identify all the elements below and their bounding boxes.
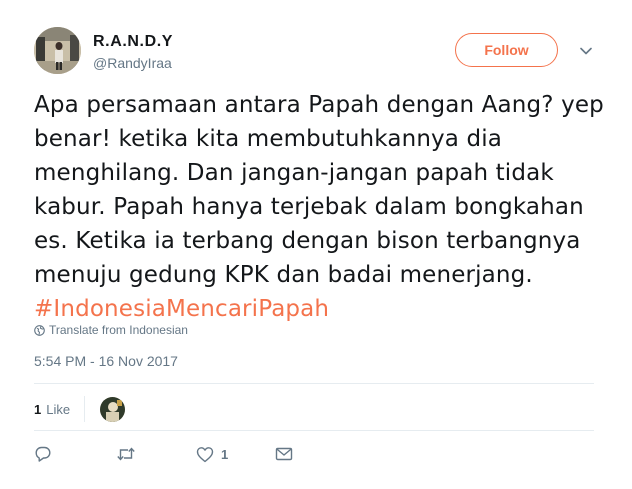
user-screen-name[interactable]: @RandyIraa <box>93 55 172 71</box>
like-button[interactable]: 1 <box>196 444 228 464</box>
liker-avatar-photo <box>100 396 126 422</box>
follow-button[interactable]: Follow <box>455 33 558 67</box>
tweet-stats: 1 Like <box>34 396 126 422</box>
like-count: 1 <box>221 446 229 462</box>
tweet-text: Apa persamaan antara Papah dengan Aang? … <box>34 88 604 326</box>
more-options-button[interactable] <box>578 43 594 59</box>
user-display-name[interactable]: R.A.N.D.Y <box>93 33 173 51</box>
envelope-icon <box>275 447 293 461</box>
avatar-photo <box>34 27 81 74</box>
reply-icon <box>35 446 51 462</box>
divider-top <box>34 383 594 384</box>
chevron-down-icon <box>580 47 592 55</box>
tweet-card: R.A.N.D.Y @RandyIraa Follow Apa persamaa… <box>0 0 632 489</box>
tweet-actions: 1 <box>34 444 334 464</box>
hashtag-link[interactable]: #IndonesiaMencariPapah <box>34 296 329 322</box>
retweet-button[interactable] <box>116 444 136 464</box>
direct-message-button[interactable] <box>275 444 293 464</box>
likes-label[interactable]: Like <box>46 402 70 417</box>
liker-avatar[interactable] <box>100 396 126 422</box>
globe-icon <box>34 324 45 336</box>
tweet-timestamp[interactable]: 5:54 PM - 16 Nov 2017 <box>34 353 178 369</box>
user-avatar[interactable] <box>34 27 81 74</box>
reply-button[interactable] <box>34 444 52 464</box>
translate-link[interactable]: Translate from Indonesian <box>34 323 188 337</box>
heart-icon <box>196 446 214 462</box>
divider-bottom <box>34 430 594 431</box>
stats-divider <box>84 396 86 422</box>
retweet-icon <box>117 447 135 461</box>
translate-label: Translate from Indonesian <box>49 323 188 337</box>
tweet-body: Apa persamaan antara Papah dengan Aang? … <box>34 92 604 288</box>
likes-count[interactable]: 1 <box>34 402 41 417</box>
